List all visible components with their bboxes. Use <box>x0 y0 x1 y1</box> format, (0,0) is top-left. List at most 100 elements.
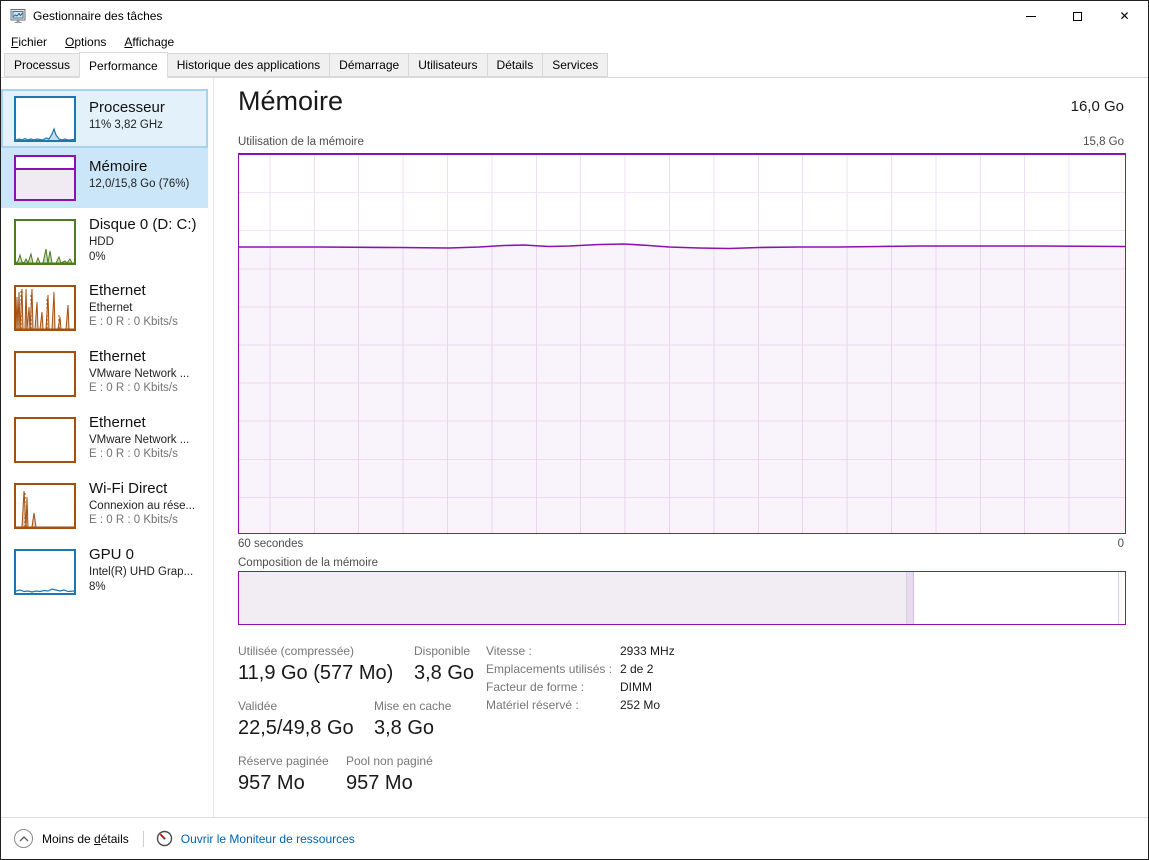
resource-monitor-label: Ouvrir le Moniteur de ressources <box>181 832 355 846</box>
memory-tile-stats: 12,0/15,8 Go (76%) <box>89 178 189 190</box>
sidebar-item-processeur[interactable]: Processeur 11% 3,82 GHz <box>1 89 208 148</box>
stat-nonpaged-pool: Pool non paginé 957 Mo <box>346 754 433 795</box>
gpu-tile-adapter: Intel(R) UHD Grap... <box>89 566 193 578</box>
memory-mini-used <box>16 170 74 199</box>
gpu-tile-text: GPU 0 Intel(R) UHD Grap... 8% <box>89 546 193 593</box>
stat-form-factor: Facteur de forme : DIMM <box>486 680 675 698</box>
stat-hw-reserved-label: Matériel réservé : <box>486 698 620 712</box>
close-icon: ✕ <box>1119 10 1129 22</box>
stat-nonpaged-pool-label: Pool non paginé <box>346 754 433 768</box>
menu-options-rest: ptions <box>74 35 106 49</box>
maximize-button[interactable] <box>1054 1 1101 31</box>
stat-available: Disponible 3,8 Go <box>414 644 474 685</box>
tabbar: Processus Performance Historique des app… <box>1 53 1148 78</box>
sidebar-item-ethernet-1[interactable]: Ethernet Ethernet E : 0 R : 0 Kbits/s <box>1 278 208 340</box>
disk-tile-type: HDD <box>89 236 197 248</box>
stat-slots-value: 2 de 2 <box>620 662 653 676</box>
disk-mini-chart <box>14 219 76 265</box>
sidebar-item-ethernet-2[interactable]: Ethernet VMware Network ... E : 0 R : 0 … <box>1 344 208 406</box>
chart-time-end-label: 0 <box>1118 538 1124 550</box>
tab-demarrage[interactable]: Démarrage <box>329 53 409 77</box>
memory-stats-left: Utilisée (compressée) 11,9 Go (577 Mo) D… <box>238 644 474 809</box>
fewer-details-pre: Moins de <box>42 832 94 846</box>
usage-chart-max-label: 15,8 Go <box>1083 136 1124 148</box>
footer-divider <box>143 831 144 847</box>
memory-stats-right: Vitesse : 2933 MHz Emplacements utilisés… <box>486 644 675 716</box>
memory-usage-chart <box>238 153 1126 534</box>
wifi-tile-adapter: Connexion au rése... <box>89 500 195 512</box>
menu-options[interactable]: Options <box>56 32 115 52</box>
tab-details[interactable]: Détails <box>487 53 544 77</box>
composition-modified-segment <box>907 572 914 624</box>
ethernet1-tile-text: Ethernet Ethernet E : 0 R : 0 Kbits/s <box>89 282 178 328</box>
gpu-tile-percent: 8% <box>89 581 193 593</box>
tab-services[interactable]: Services <box>542 53 608 77</box>
cpu-mini-chart <box>14 96 76 142</box>
ethernet2-tile-text: Ethernet VMware Network ... E : 0 R : 0 … <box>89 348 189 394</box>
window-title: Gestionnaire des tâches <box>33 9 162 23</box>
ethernet1-tile-stats: E : 0 R : 0 Kbits/s <box>89 316 178 328</box>
menubar: Fichier Options Affichage <box>1 31 1148 53</box>
sidebar-item-wifi-direct[interactable]: Wi-Fi Direct Connexion au rése... E : 0 … <box>1 476 208 538</box>
memory-tile-title: Mémoire <box>89 158 189 175</box>
fewer-details-rest: étails <box>101 832 129 846</box>
sidebar-item-gpu-0[interactable]: GPU 0 Intel(R) UHD Grap... 8% <box>1 542 208 604</box>
stat-hw-reserved-value: 252 Mo <box>620 698 660 712</box>
maximize-icon <box>1073 12 1082 21</box>
disk-tile-text: Disque 0 (D: C:) HDD 0% <box>89 216 197 263</box>
resource-monitor-icon <box>156 830 173 847</box>
stat-slots: Emplacements utilisés : 2 de 2 <box>486 662 675 680</box>
fewer-details-label: Moins de détails <box>42 832 129 846</box>
composition-used-segment <box>239 572 907 624</box>
titlebar: Gestionnaire des tâches ✕ <box>1 1 1148 31</box>
minimize-button[interactable] <box>1007 1 1054 31</box>
ethernet2-tile-adapter: VMware Network ... <box>89 368 189 380</box>
close-button[interactable]: ✕ <box>1101 1 1148 31</box>
ethernet1-mini-chart <box>14 285 76 331</box>
tab-performance[interactable]: Performance <box>79 52 168 78</box>
performance-sidebar: Processeur 11% 3,82 GHz Mémoire 12,0/15,… <box>1 78 214 817</box>
stat-paged-pool: Réserve paginée 957 Mo <box>238 754 346 795</box>
stat-nonpaged-pool-value: 957 Mo <box>346 772 433 795</box>
ethernet3-tile-stats: E : 0 R : 0 Kbits/s <box>89 448 189 460</box>
usage-chart-label: Utilisation de la mémoire <box>238 136 364 148</box>
ethernet3-tile-adapter: VMware Network ... <box>89 434 189 446</box>
memory-detail-panel: Mémoire 16,0 Go Utilisation de la mémoir… <box>214 78 1148 817</box>
stat-speed-label: Vitesse : <box>486 644 620 658</box>
sidebar-item-ethernet-3[interactable]: Ethernet VMware Network ... E : 0 R : 0 … <box>1 410 208 472</box>
caption-buttons: ✕ <box>1007 1 1148 31</box>
ethernet2-mini-chart <box>14 351 76 397</box>
memory-composition-bar <box>238 571 1126 625</box>
task-manager-app-icon <box>10 8 26 24</box>
footer-bar: Moins de détails Ouvrir le Moniteur de r… <box>1 817 1148 859</box>
stat-committed-value: 22,5/49,8 Go <box>238 717 374 740</box>
gpu-mini-chart <box>14 549 76 595</box>
sidebar-item-disque-0[interactable]: Disque 0 (D: C:) HDD 0% <box>1 212 208 274</box>
memory-tile-text: Mémoire 12,0/15,8 Go (76%) <box>89 158 189 190</box>
stat-row-3: Réserve paginée 957 Mo Pool non paginé 9… <box>238 754 474 795</box>
stat-committed-label: Validée <box>238 699 374 713</box>
ethernet3-mini-chart <box>14 417 76 463</box>
stat-cached: Mise en cache 3,8 Go <box>374 699 451 740</box>
menu-fichier[interactable]: Fichier <box>2 32 56 52</box>
memory-mini-free <box>16 157 74 168</box>
menu-affichage[interactable]: Affichage <box>115 32 183 52</box>
wifi-mini-chart <box>14 483 76 529</box>
fewer-details-button[interactable]: Moins de détails <box>14 829 129 848</box>
menu-affichage-rest: ffichage <box>132 35 174 49</box>
stat-paged-pool-label: Réserve paginée <box>238 754 346 768</box>
tab-utilisateurs[interactable]: Utilisateurs <box>408 53 487 77</box>
stat-cached-label: Mise en cache <box>374 699 451 713</box>
wifi-tile-text: Wi-Fi Direct Connexion au rése... E : 0 … <box>89 480 195 526</box>
ethernet1-tile-adapter: Ethernet <box>89 302 178 314</box>
sidebar-item-memoire[interactable]: Mémoire 12,0/15,8 Go (76%) <box>1 148 208 208</box>
ethernet2-tile-title: Ethernet <box>89 348 189 365</box>
ethernet1-tile-title: Ethernet <box>89 282 178 299</box>
page-title: Mémoire <box>238 86 343 117</box>
open-resource-monitor-link[interactable]: Ouvrir le Moniteur de ressources <box>156 830 355 847</box>
performance-content: Processeur 11% 3,82 GHz Mémoire 12,0/15,… <box>1 78 1148 817</box>
stat-cached-value: 3,8 Go <box>374 717 451 740</box>
tab-processus[interactable]: Processus <box>4 53 80 77</box>
task-manager-window: { "window": { "title": "Gestionnaire des… <box>0 0 1149 860</box>
tab-historique-applications[interactable]: Historique des applications <box>167 53 330 77</box>
